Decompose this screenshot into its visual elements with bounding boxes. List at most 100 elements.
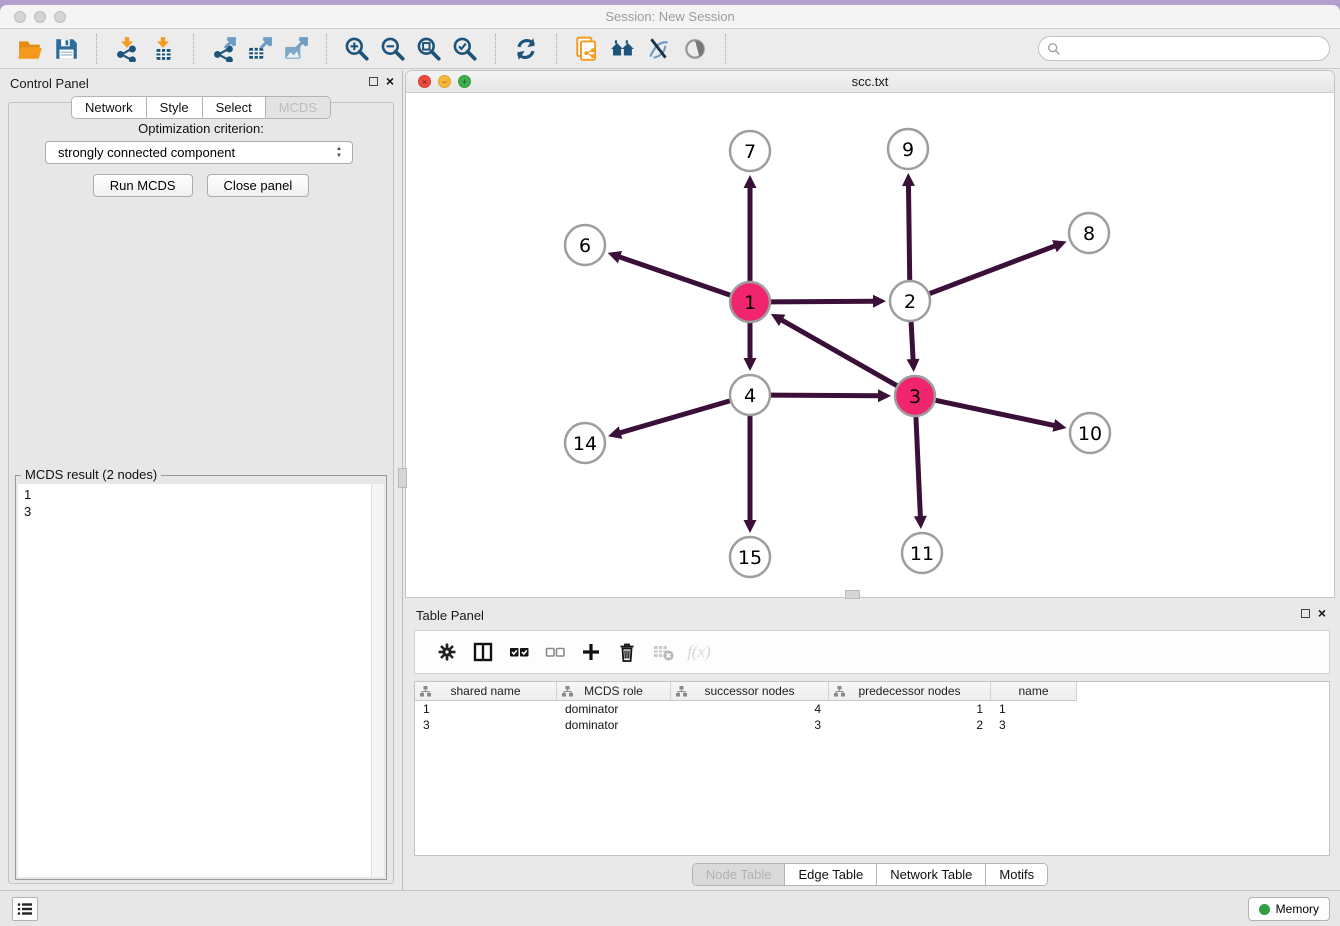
float-table-panel-icon[interactable] [1301,609,1310,618]
search-input[interactable] [1061,41,1329,56]
select-all-button[interactable] [501,636,537,668]
mcds-result-text: 1 3 [18,484,384,520]
zoom-selected-button[interactable] [447,34,483,64]
graph-edge[interactable] [619,401,730,433]
export-image-button[interactable] [278,34,314,64]
table-settings-button[interactable] [429,636,465,668]
network-canvas[interactable]: 1234678910111415 [406,93,1334,597]
graph-node-label: 2 [904,291,916,313]
delete-table-icon [652,641,674,663]
graph-edge[interactable] [911,322,913,361]
delete-entry-button[interactable] [609,636,645,668]
graph-node-label: 3 [909,386,921,408]
table-cell[interactable]: 1 [829,701,991,717]
task-history-button[interactable] [12,897,38,921]
tab-node-table[interactable]: Node Table [693,864,786,885]
graph-edge[interactable] [908,184,909,280]
float-panel-icon[interactable] [369,77,378,86]
delete-table-button [645,636,681,668]
graph-edge[interactable] [771,395,880,396]
optimization-criterion-label: Optimization criterion: [9,121,393,136]
table-cell[interactable]: dominator [557,701,671,717]
table-cell[interactable]: 1 [415,701,557,717]
export-network-button[interactable] [206,34,242,64]
vertical-splitter-handle[interactable] [398,468,407,488]
table-cell[interactable]: 4 [671,701,829,717]
column-header[interactable]: predecessor nodes [829,682,991,701]
table-row[interactable]: 1dominator411 [415,701,1329,717]
export-table-button[interactable] [242,34,278,64]
tab-mcds[interactable]: MCDS [266,97,330,118]
close-panel-icon[interactable]: × [386,75,394,87]
network-window-titlebar[interactable]: × − + scc.txt [406,71,1334,93]
table-cell[interactable]: 2 [829,717,991,733]
add-entry-icon [580,641,602,663]
graph-edge[interactable] [936,400,1056,425]
tab-motifs[interactable]: Motifs [986,864,1047,885]
open-session-icon [17,36,43,62]
application-window: Session: New Session Control Panel × Net… [0,5,1340,926]
mcds-result-box: MCDS result (2 nodes) 1 3 [15,475,387,880]
column-header[interactable]: name [991,682,1077,701]
save-session-button[interactable] [48,34,84,64]
graph-edge[interactable] [771,301,875,302]
edge-arrowhead [608,426,622,438]
toggle-column-icon [472,641,494,663]
import-table-icon [150,36,176,62]
zoom-fit-button[interactable] [411,34,447,64]
unselect-all-button[interactable] [537,636,573,668]
edge-arrowhead [1052,419,1066,432]
toolbar-group [557,34,726,64]
table-cell[interactable]: 3 [671,717,829,733]
add-entry-button[interactable] [573,636,609,668]
graph-node-label: 6 [579,235,591,257]
tab-edge-table[interactable]: Edge Table [785,864,877,885]
table-cell[interactable]: 1 [991,701,1077,717]
graph-edge[interactable] [930,245,1057,293]
table-row[interactable]: 3dominator323 [415,717,1329,733]
column-header[interactable]: MCDS role [557,682,671,701]
criterion-dropdown[interactable]: strongly connected component ▲▼ [45,141,353,164]
import-table-button[interactable] [145,34,181,64]
tab-select[interactable]: Select [203,97,266,118]
close-panel-button[interactable]: Close panel [207,174,310,197]
tab-network[interactable]: Network [72,97,147,118]
run-mcds-button[interactable]: Run MCDS [93,174,193,197]
mcds-result-list[interactable]: 1 3 [18,484,384,877]
table-cell[interactable]: dominator [557,717,671,733]
graph-node-label: 15 [738,547,762,569]
close-table-panel-icon[interactable]: × [1318,607,1326,619]
graph-node-label: 8 [1083,223,1095,245]
column-header[interactable]: shared name [415,682,557,701]
birdseye-view-button[interactable] [677,34,713,64]
refresh-layout-button[interactable] [508,34,544,64]
hide-view-button[interactable] [641,34,677,64]
graph-edge[interactable] [780,319,896,385]
graph-node-label: 4 [744,385,756,407]
table-cell[interactable]: 3 [415,717,557,733]
graph-edge[interactable] [618,256,730,295]
memory-button[interactable]: Memory [1248,897,1330,921]
clone-network-button[interactable] [569,34,605,64]
toggle-column-button[interactable] [465,636,501,668]
column-header[interactable]: successor nodes [671,682,829,701]
zoom-in-button[interactable] [339,34,375,64]
open-session-button[interactable] [12,34,48,64]
tab-style[interactable]: Style [147,97,203,118]
dropdown-stepper-icon: ▲▼ [336,146,342,160]
horizontal-splitter-handle[interactable] [845,590,860,599]
result-scrollbar[interactable] [371,484,384,877]
graph-node-label: 14 [573,433,597,455]
table-cell[interactable]: 3 [991,717,1077,733]
import-network-button[interactable] [109,34,145,64]
tab-network-table[interactable]: Network Table [877,864,986,885]
zoom-selected-icon [452,36,478,62]
criterion-value: strongly connected component [58,145,235,160]
home-layout-button[interactable] [605,34,641,64]
mcds-panel: Optimization criterion: strongly connect… [8,102,394,884]
graph-edge[interactable] [916,417,921,518]
toolbar-group [194,34,327,64]
search-box[interactable] [1038,36,1330,61]
graph-node-label: 9 [902,139,914,161]
zoom-out-button[interactable] [375,34,411,64]
